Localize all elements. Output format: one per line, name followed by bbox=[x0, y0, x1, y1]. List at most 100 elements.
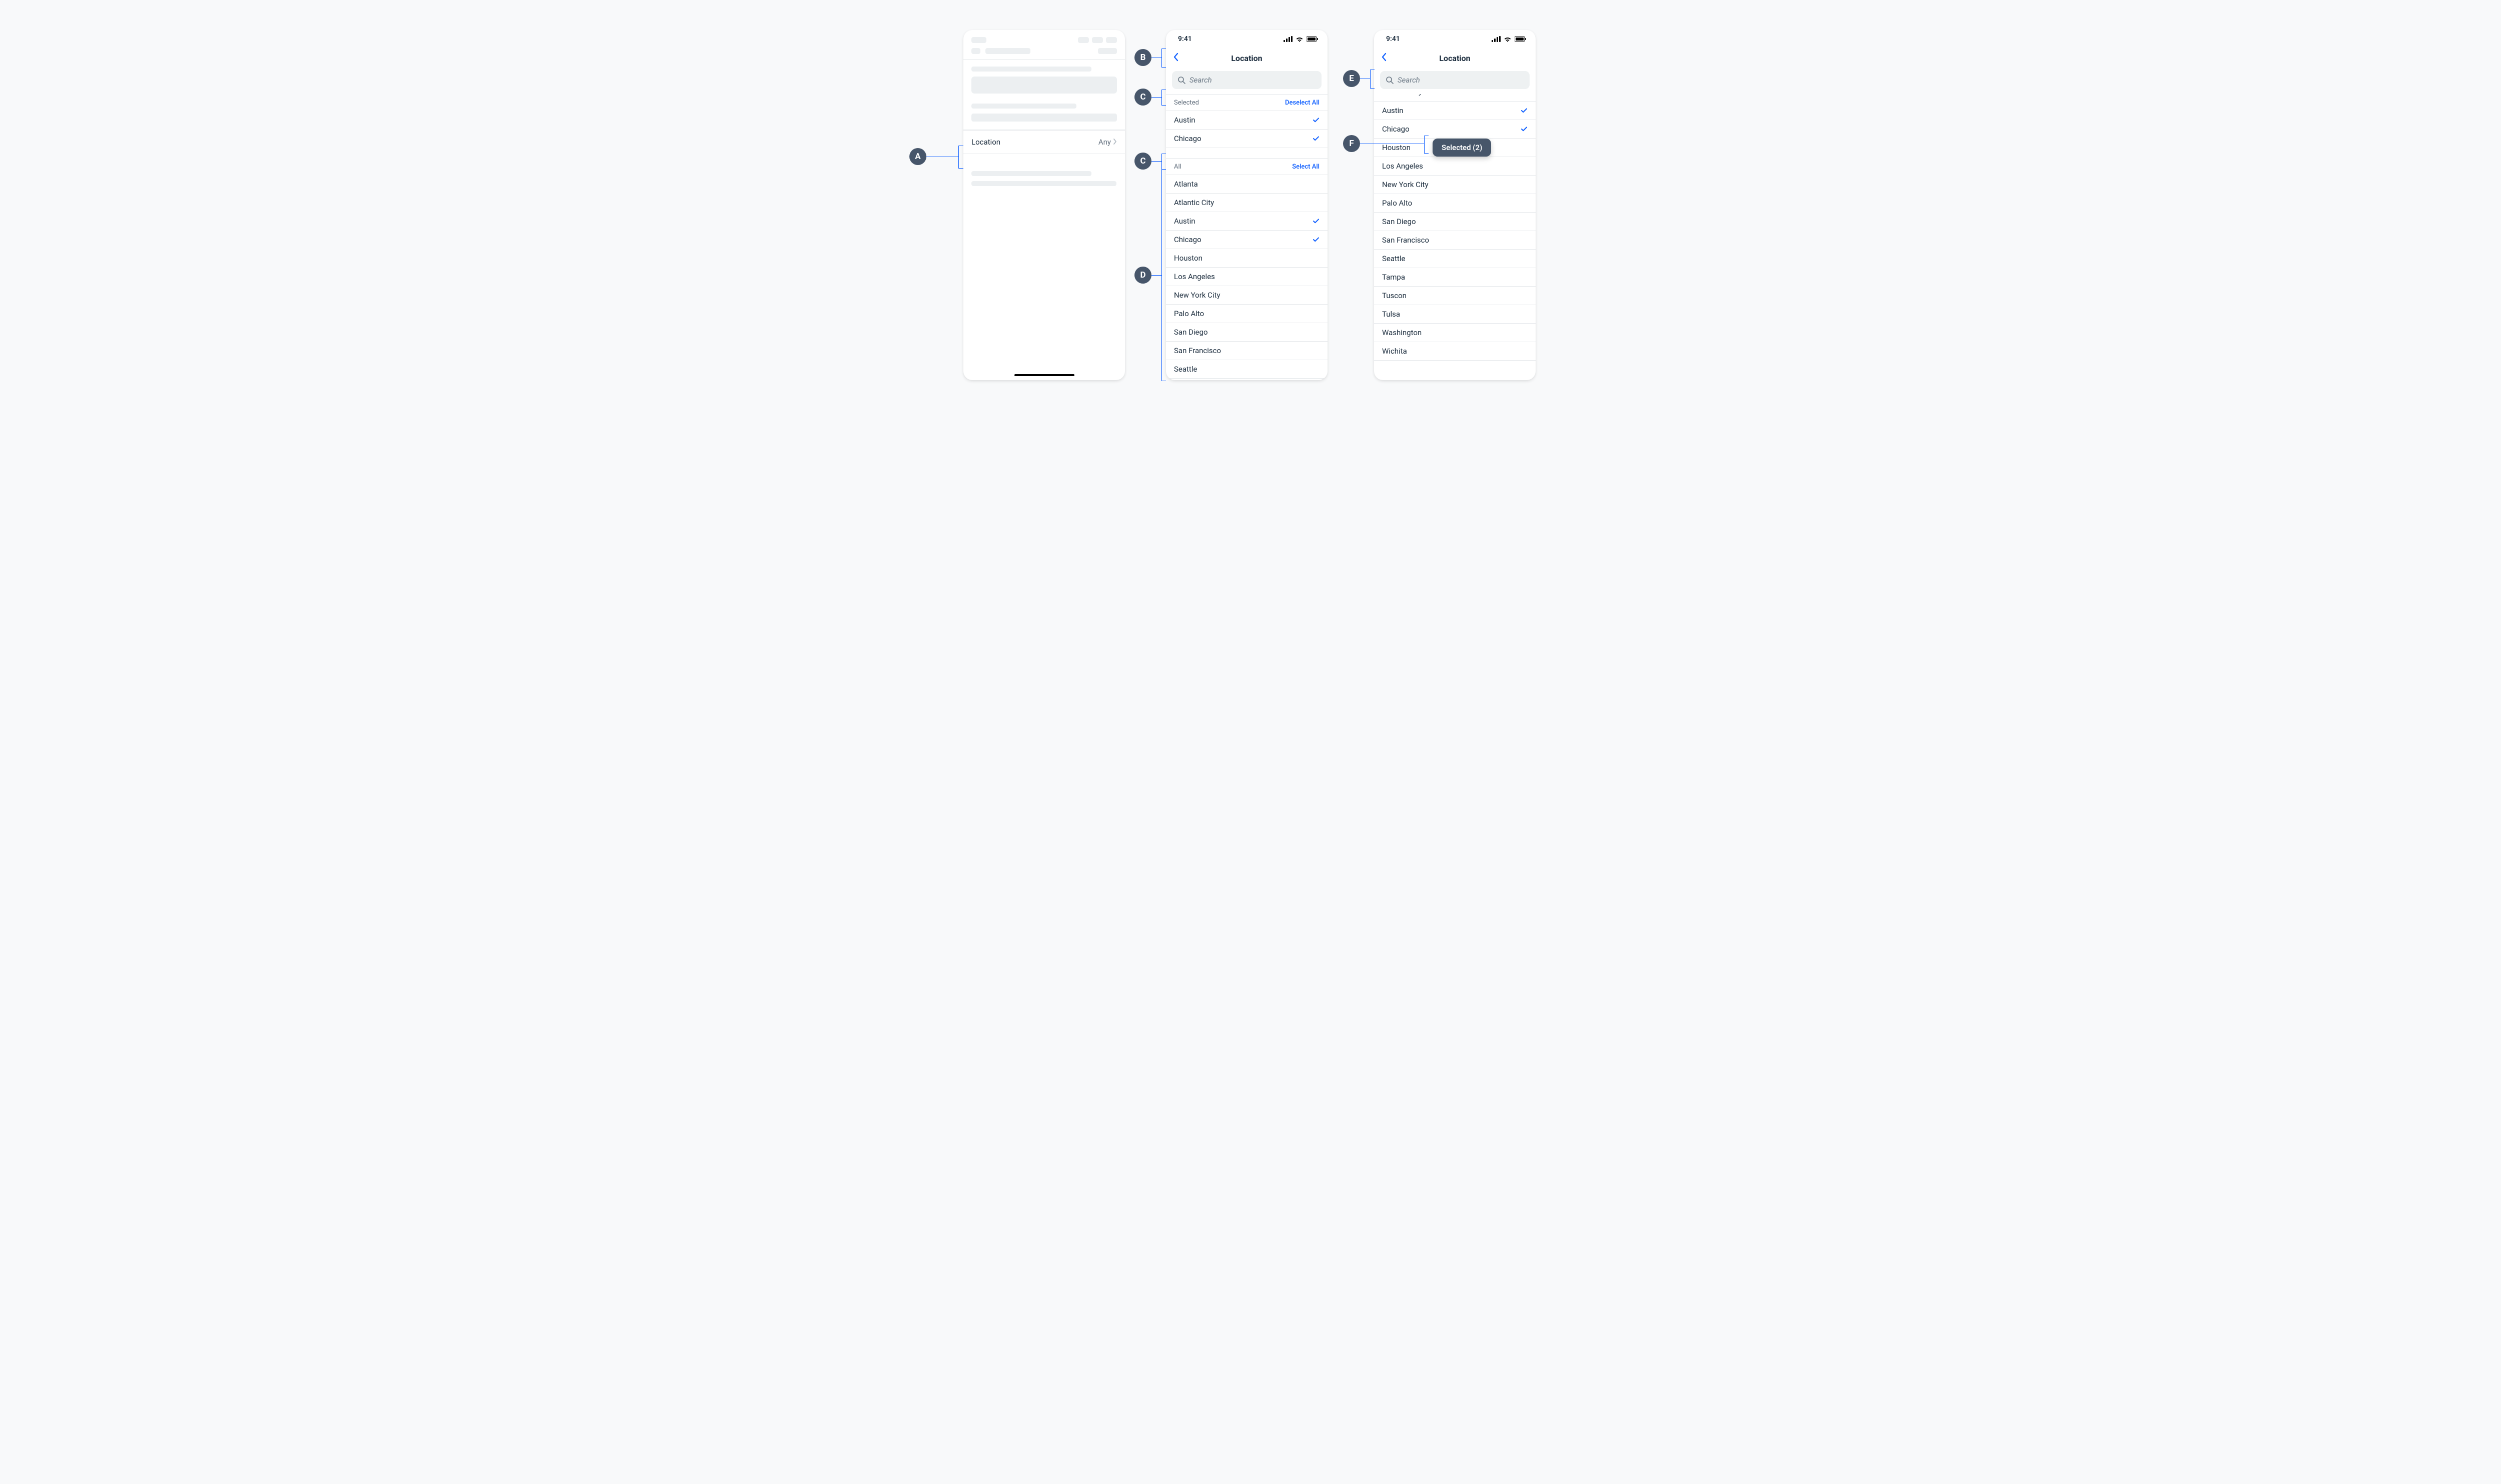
list-item[interactable]: San Diego bbox=[1166, 323, 1328, 342]
list-item-label: San Diego bbox=[1382, 217, 1416, 226]
list-item[interactable]: Tulsa bbox=[1374, 305, 1536, 324]
list-item-label: Washington bbox=[1382, 328, 1422, 337]
callout-badge-a: A bbox=[909, 148, 926, 165]
list-item[interactable]: Atlanta bbox=[1166, 175, 1328, 194]
list-item[interactable]: San Francisco bbox=[1166, 342, 1328, 360]
search-placeholder: Search bbox=[1398, 76, 1420, 85]
list-item-label: Seattle bbox=[1174, 365, 1197, 374]
list-item-label: San Francisco bbox=[1174, 346, 1221, 355]
home-indicator bbox=[1014, 374, 1074, 376]
status-bar: 9:41 bbox=[1374, 30, 1536, 48]
list-item-label: San Diego bbox=[1174, 328, 1208, 337]
nav-title: Location bbox=[1231, 54, 1262, 63]
deselect-all-button[interactable]: Deselect All bbox=[1285, 99, 1320, 107]
list-item-label: Houston bbox=[1382, 143, 1411, 152]
phone-mock-a: Location Any bbox=[963, 30, 1125, 380]
list-item[interactable]: Washington bbox=[1374, 324, 1536, 342]
selected-list: Austin Chicago bbox=[1166, 111, 1328, 148]
callout-badge-d: D bbox=[1134, 267, 1151, 284]
skeleton-block-2 bbox=[963, 164, 1125, 192]
check-icon bbox=[1521, 107, 1528, 114]
list-item[interactable]: Los Angeles bbox=[1166, 268, 1328, 286]
status-time: 9:41 bbox=[1178, 35, 1192, 43]
list-item[interactable]: San Diego bbox=[1374, 213, 1536, 231]
list-item-partial[interactable]: Atlantic City bbox=[1374, 94, 1536, 102]
location-label: Location bbox=[971, 138, 1000, 147]
location-filter-row[interactable]: Location Any bbox=[963, 130, 1125, 154]
back-button[interactable] bbox=[1377, 48, 1391, 68]
list-item-label: Tulsa bbox=[1382, 310, 1400, 319]
list-item-label: Chicago bbox=[1174, 134, 1201, 143]
location-value: Any bbox=[1098, 138, 1111, 147]
location-value-wrap: Any bbox=[1098, 138, 1117, 147]
list-item[interactable]: Seattle bbox=[1166, 360, 1328, 379]
nav-header: Location bbox=[1374, 48, 1536, 68]
list-item-label: Atlanta bbox=[1174, 180, 1198, 189]
list-item[interactable]: Chicago bbox=[1166, 130, 1328, 148]
list-item[interactable]: Los Angeles bbox=[1374, 157, 1536, 176]
check-icon bbox=[1521, 126, 1528, 133]
list-item-label: Atlantic City bbox=[1174, 198, 1214, 207]
list-item[interactable]: Chicago bbox=[1374, 120, 1536, 139]
wifi-icon bbox=[1296, 36, 1304, 42]
nav-title: Location bbox=[1439, 54, 1470, 63]
list-item[interactable]: Chicago bbox=[1166, 231, 1328, 249]
cellular-icon bbox=[1492, 36, 1501, 42]
callout-badge-e: E bbox=[1343, 70, 1360, 87]
check-icon bbox=[1313, 135, 1320, 142]
callout-badge-c: C bbox=[1134, 89, 1151, 106]
battery-icon bbox=[1515, 36, 1527, 42]
list-item[interactable]: Austin bbox=[1166, 212, 1328, 231]
check-icon bbox=[1313, 236, 1320, 243]
wifi-icon bbox=[1504, 36, 1512, 42]
list-item[interactable]: Palo Alto bbox=[1374, 194, 1536, 213]
callout-badge-f: F bbox=[1343, 135, 1360, 152]
list-item[interactable]: Wichita bbox=[1374, 342, 1536, 361]
list-item[interactable]: San Francisco bbox=[1374, 231, 1536, 250]
list-item-label: Seattle bbox=[1382, 254, 1405, 263]
search-placeholder: Search bbox=[1189, 76, 1212, 85]
status-bar: 9:41 bbox=[1166, 30, 1328, 48]
cellular-icon bbox=[1284, 36, 1293, 42]
list-item-label: Austin bbox=[1174, 116, 1195, 125]
list-item-label: Chicago bbox=[1382, 125, 1410, 134]
list-item[interactable]: Austin bbox=[1166, 111, 1328, 130]
list-item-label: Chicago bbox=[1174, 235, 1201, 244]
list-item[interactable]: Houston bbox=[1166, 249, 1328, 268]
back-button[interactable] bbox=[1169, 48, 1183, 68]
search-icon bbox=[1386, 77, 1394, 84]
select-all-button[interactable]: Select All bbox=[1292, 163, 1320, 171]
list-item-label: Palo Alto bbox=[1382, 199, 1412, 208]
battery-icon bbox=[1307, 36, 1319, 42]
list-item-label: Los Angeles bbox=[1174, 272, 1215, 281]
check-icon bbox=[1313, 218, 1320, 225]
list-item[interactable]: Atlantic City bbox=[1166, 194, 1328, 212]
phone-mock-b: 9:41 Location Search Selected Deselect A… bbox=[1166, 30, 1328, 380]
list-item[interactable]: Tuscon bbox=[1374, 287, 1536, 305]
skeleton-header bbox=[963, 30, 1125, 60]
list-item[interactable]: Palo Alto bbox=[1166, 305, 1328, 323]
check-icon bbox=[1313, 117, 1320, 124]
list-item-label: Houston bbox=[1174, 254, 1202, 263]
list-item-label: Tuscon bbox=[1382, 291, 1407, 300]
list-item[interactable]: Tampa bbox=[1166, 379, 1328, 380]
search-input[interactable]: Search bbox=[1172, 71, 1322, 89]
list-item[interactable]: Austin bbox=[1374, 102, 1536, 120]
list-item[interactable]: Tampa bbox=[1374, 268, 1536, 287]
nav-header: Location bbox=[1166, 48, 1328, 68]
list-item-label: Palo Alto bbox=[1174, 309, 1204, 318]
chevron-left-icon bbox=[1381, 53, 1387, 64]
search-icon bbox=[1178, 77, 1185, 84]
callout-badge-b: B bbox=[1134, 49, 1151, 66]
list-item[interactable]: New York City bbox=[1166, 286, 1328, 305]
list-item-label: Austin bbox=[1382, 106, 1404, 115]
all-list: Atlanta Atlantic City Austin Chicago Houston… bbox=[1166, 175, 1328, 380]
list-item-label: Tampa bbox=[1382, 273, 1405, 282]
chevron-right-icon bbox=[1113, 138, 1117, 147]
list-item[interactable]: Seattle bbox=[1374, 250, 1536, 268]
list-item[interactable]: New York City bbox=[1374, 176, 1536, 194]
list-item-label: New York City bbox=[1382, 180, 1429, 189]
selected-section-header: Selected Deselect All bbox=[1166, 94, 1328, 111]
selected-count-badge[interactable]: Selected (2) bbox=[1433, 139, 1491, 157]
search-input[interactable]: Search bbox=[1380, 71, 1530, 89]
